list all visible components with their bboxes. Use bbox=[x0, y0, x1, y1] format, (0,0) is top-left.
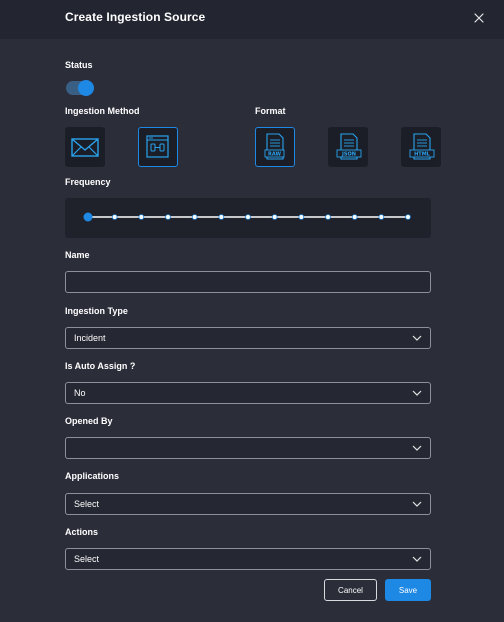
ingestion-type-label: Ingestion Type bbox=[65, 306, 128, 316]
frequency-slider[interactable] bbox=[65, 198, 431, 238]
frequency-step-dot[interactable] bbox=[378, 214, 385, 220]
chevron-down-icon bbox=[412, 556, 422, 562]
frequency-step-dot[interactable] bbox=[111, 214, 118, 220]
toggle-knob bbox=[78, 80, 94, 96]
applications-value: Select bbox=[74, 499, 100, 509]
html-file-icon: HTML bbox=[409, 133, 435, 160]
status-toggle[interactable] bbox=[66, 80, 94, 96]
name-input[interactable] bbox=[65, 271, 431, 293]
frequency-handle[interactable] bbox=[83, 212, 93, 222]
frequency-step-dot[interactable] bbox=[298, 214, 305, 220]
auto-assign-select[interactable]: No bbox=[65, 382, 431, 404]
applications-label: Applications bbox=[65, 471, 120, 481]
frequency-step-dot[interactable] bbox=[351, 214, 358, 220]
chevron-down-icon bbox=[412, 335, 422, 341]
save-button[interactable]: Save bbox=[385, 579, 431, 601]
raw-file-icon: RAW bbox=[264, 133, 285, 160]
close-icon[interactable] bbox=[470, 9, 488, 27]
ingestion-type-select[interactable]: Incident bbox=[65, 327, 431, 349]
actions-select[interactable]: Select bbox=[65, 548, 431, 570]
cancel-button[interactable]: Cancel bbox=[324, 579, 377, 601]
frequency-step-dot[interactable] bbox=[138, 214, 145, 220]
raw-badge-text: RAW bbox=[268, 152, 281, 158]
status-label: Status bbox=[65, 60, 93, 70]
html-badge-text: HTML bbox=[414, 152, 431, 158]
json-badge-text: JSON bbox=[341, 152, 356, 158]
actions-value: Select bbox=[74, 554, 100, 564]
frequency-step-dot[interactable] bbox=[271, 214, 278, 220]
json-file-icon: JSON bbox=[336, 133, 362, 160]
applications-select[interactable]: Select bbox=[65, 493, 431, 515]
frequency-step-dot[interactable] bbox=[245, 214, 251, 220]
opened-by-label: Opened By bbox=[65, 416, 113, 426]
format-raw[interactable]: RAW bbox=[255, 127, 295, 167]
frequency-step-dot[interactable] bbox=[191, 214, 198, 220]
chevron-down-icon bbox=[412, 445, 422, 451]
api-window-icon bbox=[146, 135, 169, 158]
chevron-down-icon bbox=[412, 390, 422, 396]
format-json[interactable]: JSON bbox=[328, 127, 368, 167]
format-html[interactable]: HTML bbox=[401, 127, 441, 167]
dialog-title: Create Ingestion Source bbox=[65, 10, 206, 24]
auto-assign-label: Is Auto Assign ? bbox=[65, 361, 136, 371]
auto-assign-value: No bbox=[74, 388, 86, 398]
frequency-track bbox=[83, 212, 411, 222]
name-label: Name bbox=[65, 250, 90, 260]
actions-label: Actions bbox=[65, 527, 99, 537]
ingestion-method-label: Ingestion Method bbox=[65, 106, 140, 116]
frequency-label: Frequency bbox=[65, 177, 111, 187]
ingestion-method-api[interactable] bbox=[138, 127, 178, 167]
frequency-step-dot[interactable] bbox=[165, 214, 171, 220]
opened-by-select[interactable] bbox=[65, 437, 431, 459]
frequency-step-dot[interactable] bbox=[325, 214, 331, 220]
ingestion-type-value: Incident bbox=[74, 333, 106, 343]
chevron-down-icon bbox=[412, 501, 422, 507]
email-envelope-icon bbox=[71, 138, 99, 157]
frequency-step-dot[interactable] bbox=[218, 214, 225, 220]
format-label: Format bbox=[255, 106, 286, 116]
frequency-step-dot[interactable] bbox=[405, 214, 411, 220]
dialog-header: Create Ingestion Source bbox=[0, 0, 504, 39]
ingestion-method-email[interactable] bbox=[65, 127, 105, 167]
